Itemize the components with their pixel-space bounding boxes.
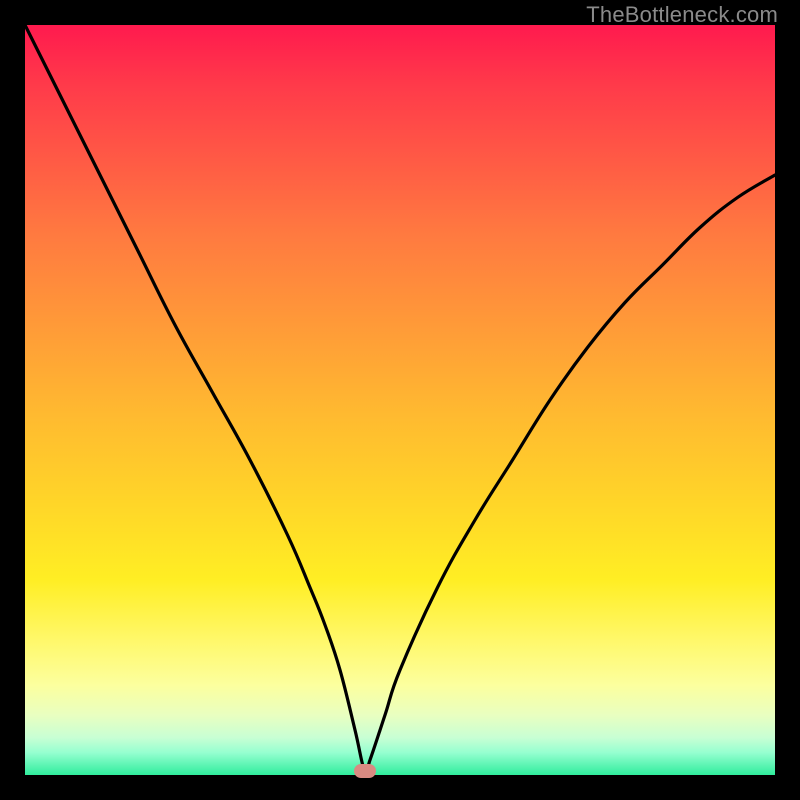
minimum-marker <box>354 764 376 778</box>
chart-plot-area <box>25 25 775 775</box>
chart-frame: TheBottleneck.com <box>0 0 800 800</box>
bottleneck-curve <box>25 25 775 775</box>
